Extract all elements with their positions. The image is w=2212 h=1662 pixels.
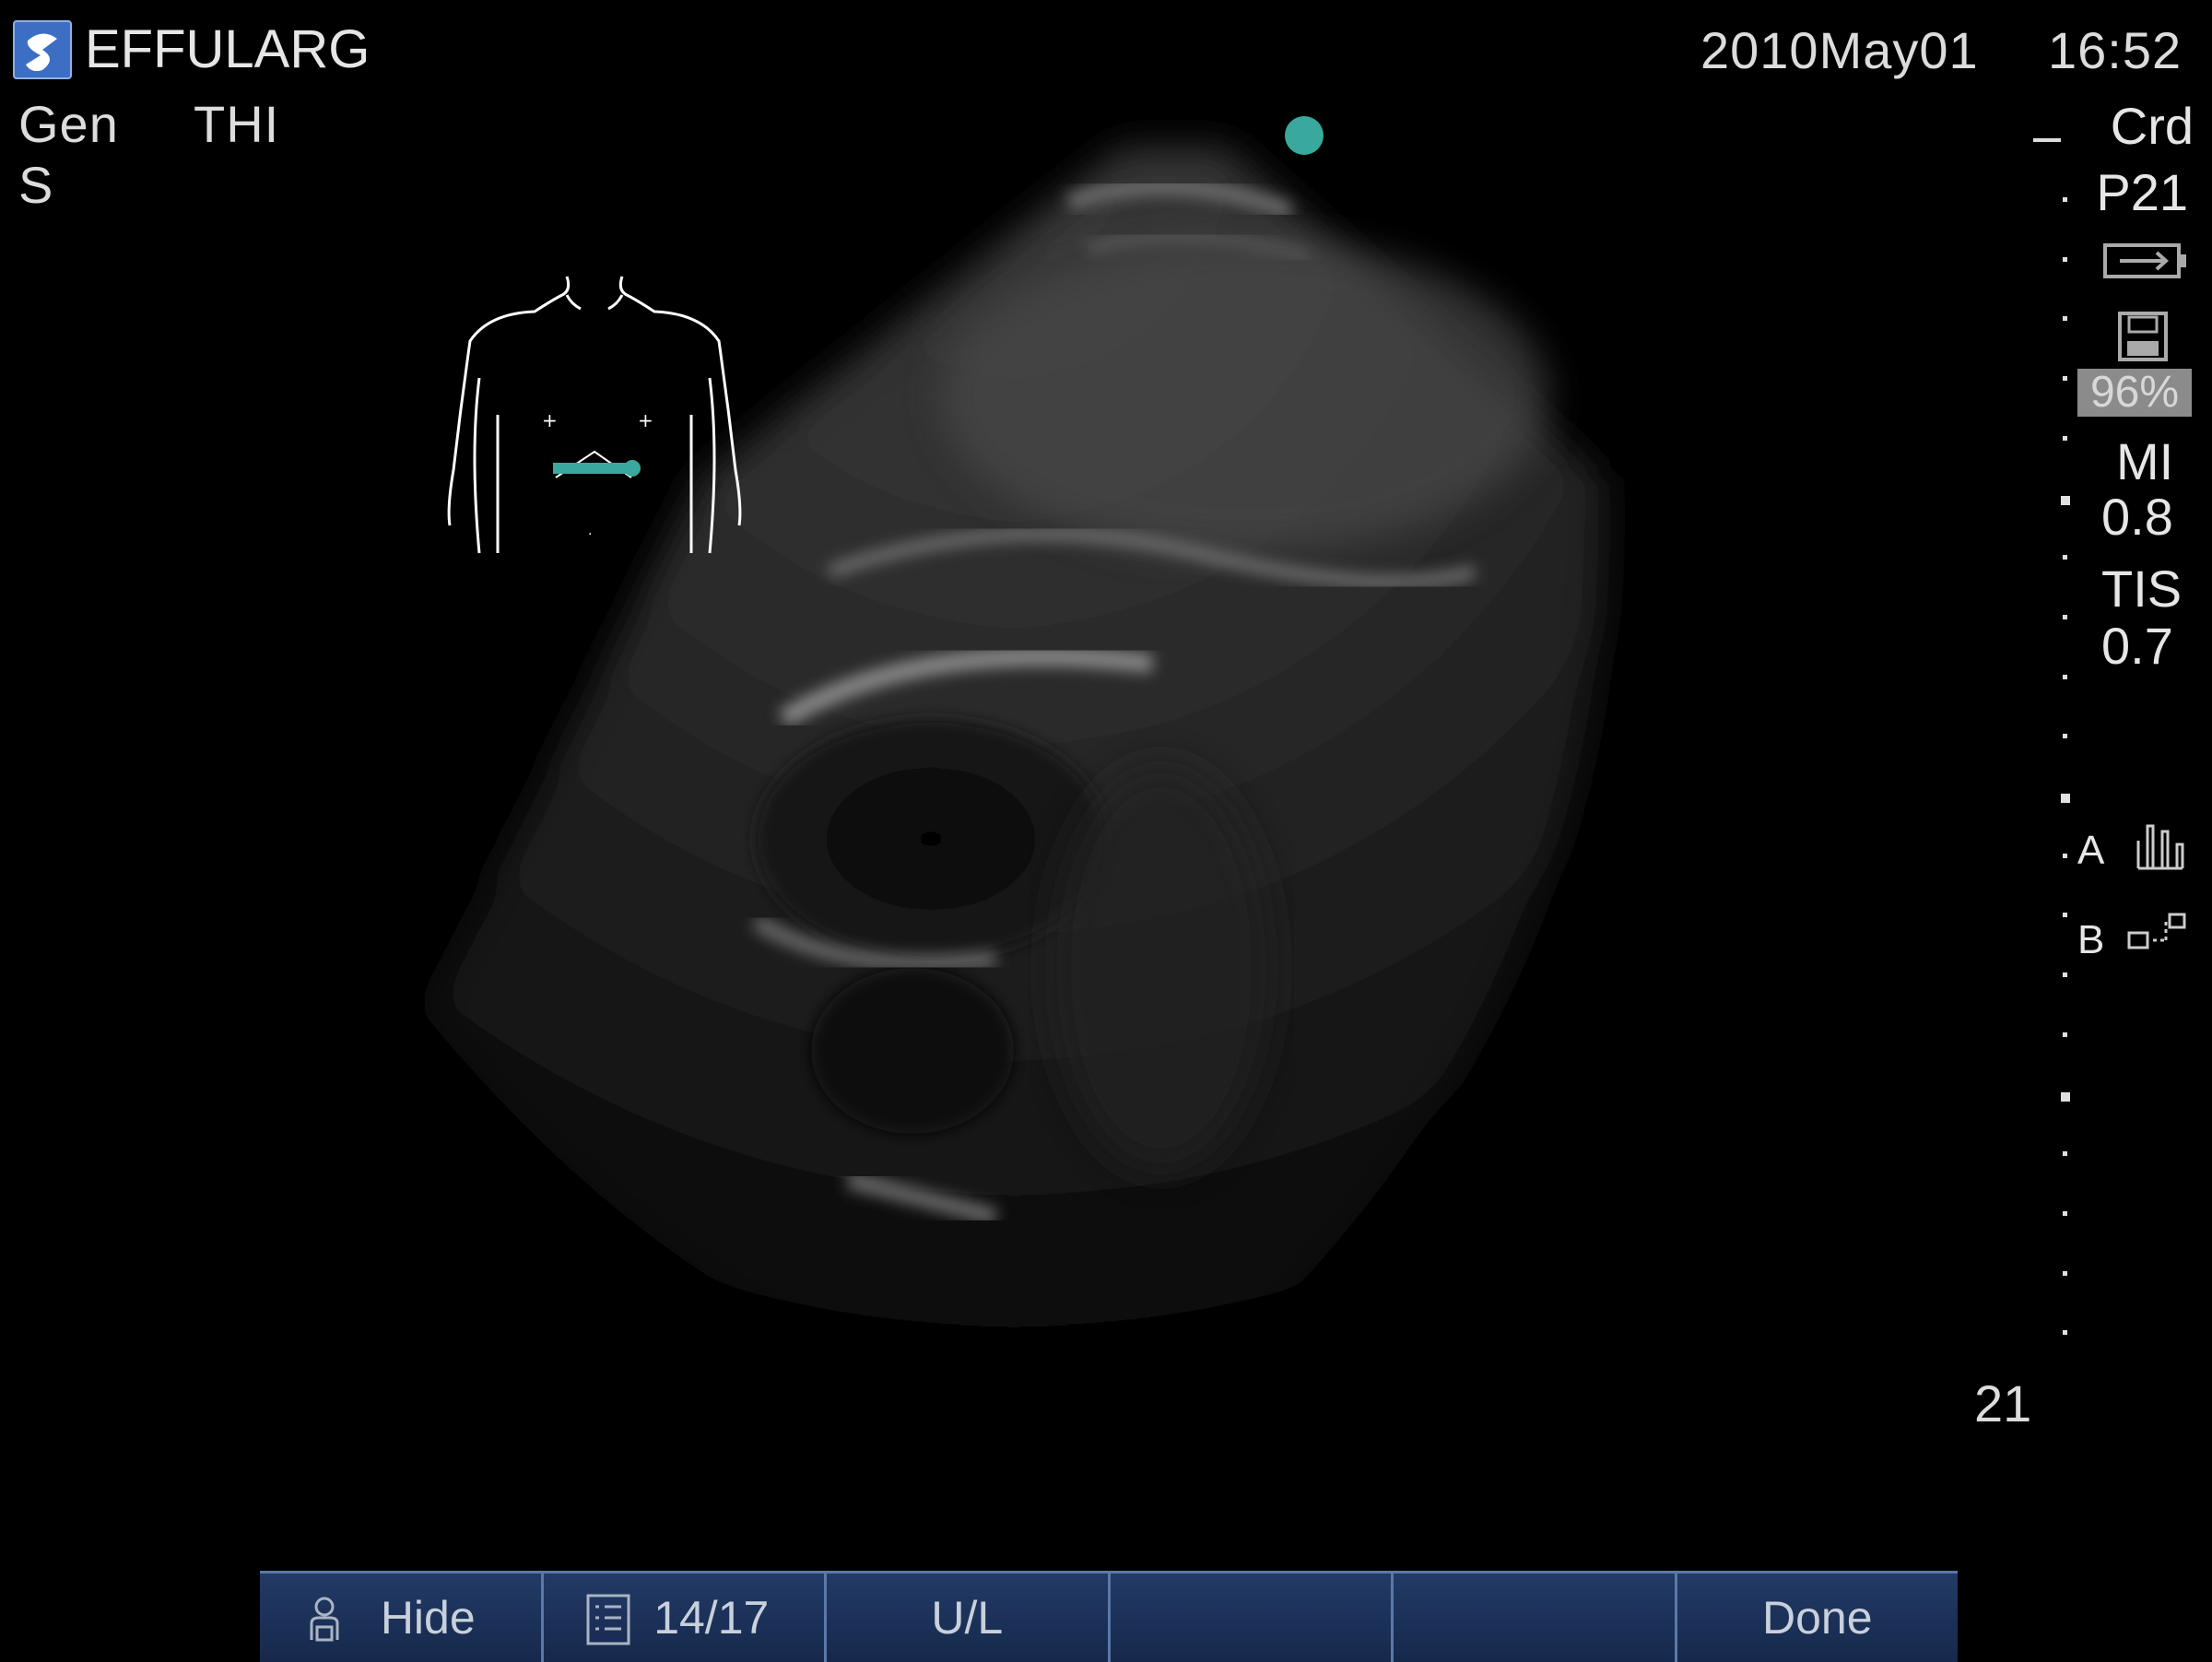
depth-scale-tick: [2063, 734, 2067, 738]
svg-text:+: +: [638, 409, 653, 431]
preset-label: Crd: [2110, 97, 2194, 155]
mode-thi: THI: [194, 95, 280, 153]
mode-s: S: [18, 156, 54, 214]
exam-date: 2010May01: [1700, 21, 1979, 79]
depth-scale-tick: [2063, 436, 2067, 441]
storage-percent: 96%: [2077, 369, 2192, 417]
tis-value: 0.7: [2101, 617, 2173, 675]
softkey-done-label: Done: [1761, 1592, 1873, 1644]
depth-scale-tick: [2063, 376, 2067, 381]
tis-label: TIS: [2101, 560, 2183, 618]
body-marker-icon[interactable]: + + .: [442, 267, 747, 572]
svg-text:.: .: [588, 524, 592, 538]
softkey-ul-label: U/L: [931, 1592, 1004, 1644]
softkey-bar: Hide 14/17 U/L Done: [260, 1571, 1958, 1662]
depth-scale-tick: [2063, 1271, 2067, 1276]
logo-icon: [13, 20, 72, 79]
softkey-done[interactable]: Done: [1677, 1574, 1959, 1662]
depth-scale-tick: [2063, 1211, 2067, 1216]
focus-a-label: A: [2077, 828, 2105, 873]
depth-label: 21: [1974, 1374, 2032, 1432]
save-disk-icon: [2118, 312, 2168, 361]
probe-icon: [2127, 913, 2186, 949]
softkey-clip-counter-label: 14/17: [653, 1592, 770, 1644]
mi-label: MI: [2116, 432, 2174, 490]
softkey-hide[interactable]: Hide: [260, 1574, 544, 1662]
mode-gen: Gen: [18, 95, 119, 153]
app-title: EFFULARG: [85, 19, 371, 79]
depth-scale-tick: [2063, 316, 2067, 321]
depth-scale-tick: [2061, 1092, 2070, 1102]
depth-scale-tick: [2063, 675, 2067, 679]
orientation-marker: [1285, 116, 1324, 155]
depth-scale-tick: [2063, 972, 2067, 977]
depth-scale-tick: [2063, 257, 2067, 262]
depth-scale-tick: [2061, 496, 2070, 505]
softkey-empty-1[interactable]: [1111, 1574, 1394, 1662]
depth-scale-tick: [2063, 1032, 2067, 1037]
battery-icon: [2103, 243, 2186, 278]
softkey-hide-label: Hide: [380, 1592, 476, 1644]
softkey-empty-2[interactable]: [1394, 1574, 1677, 1662]
depth-scale-tick: [2063, 555, 2067, 560]
hand-icon: [2136, 824, 2184, 870]
depth-scale-tick: [2063, 615, 2067, 619]
depth-scale-tick: [2061, 794, 2070, 803]
list-icon: [586, 1594, 629, 1645]
focus-b-label: B: [2077, 917, 2105, 962]
exam-time: 16:52: [2048, 21, 2183, 79]
depth-scale-tick: [2063, 1330, 2067, 1335]
depth-scale-tick: [2063, 1151, 2067, 1156]
mi-value: 0.8: [2101, 488, 2173, 546]
depth-scale-tick: [2063, 854, 2067, 858]
ultrasound-image: [424, 147, 1605, 1405]
scale-top-tick: [2033, 138, 2061, 142]
softkey-clip-counter[interactable]: 14/17: [544, 1574, 827, 1662]
depth-scale-tick: [2063, 197, 2067, 202]
patient-icon: [310, 1597, 339, 1642]
svg-text:+: +: [542, 409, 558, 431]
softkey-ul[interactable]: U/L: [827, 1574, 1111, 1662]
probe-label: P21: [2096, 163, 2188, 221]
depth-scale-tick: [2063, 913, 2067, 917]
